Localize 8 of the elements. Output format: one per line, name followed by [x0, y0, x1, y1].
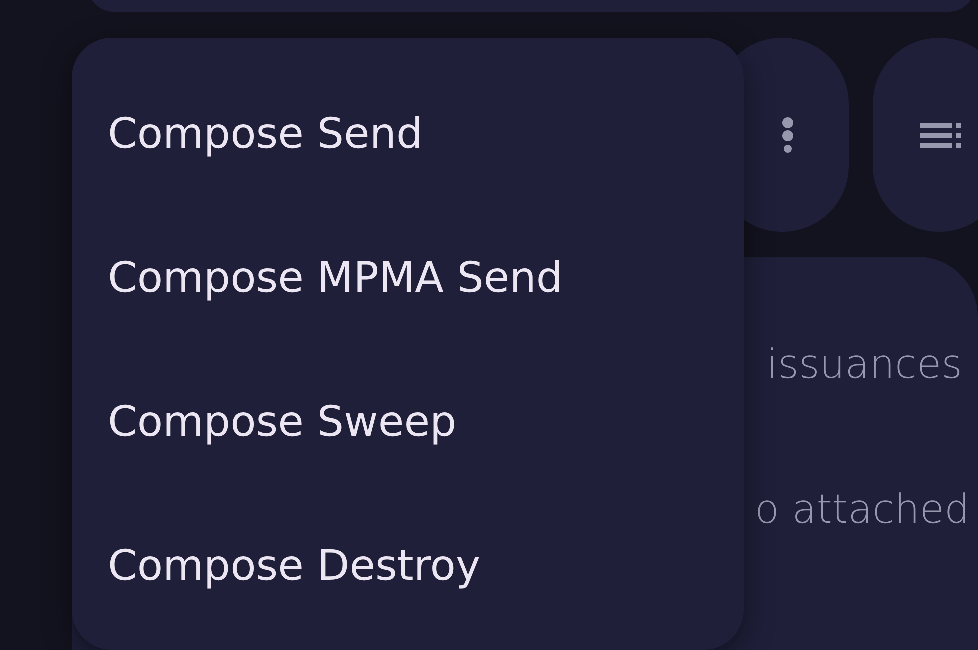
- menu-item[interactable]: Compose Send: [72, 62, 744, 206]
- menu-item[interactable]: Compose MPMA Send: [72, 206, 744, 350]
- card-text: issuances: [767, 341, 962, 389]
- list-icon: [920, 122, 961, 148]
- menu-item[interactable]: Compose Sweep: [72, 350, 744, 494]
- more-icon: [782, 117, 794, 153]
- menu-item[interactable]: Compose Destroy: [72, 494, 744, 638]
- card-text: o attached: [755, 486, 970, 534]
